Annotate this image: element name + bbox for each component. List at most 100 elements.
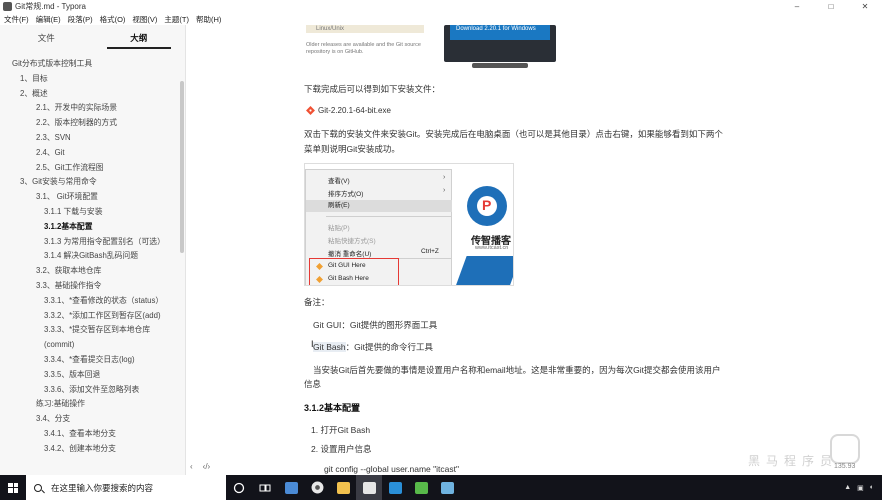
ctx-undo-rename: 撤消 重命名(U) bbox=[328, 251, 372, 258]
taskbar-app-chrome[interactable] bbox=[304, 475, 330, 500]
watermark-logo-icon bbox=[830, 434, 860, 464]
outline-item[interactable]: 2.2、版本控制器的方式 bbox=[0, 116, 180, 131]
outline-item[interactable]: 3.3、基础操作指令 bbox=[0, 279, 180, 294]
chrome-icon bbox=[311, 481, 323, 494]
heading-basic-config: 3.1.2基本配置 bbox=[304, 403, 361, 413]
code-git-config: git config --global user.name "itcast" bbox=[324, 464, 460, 474]
menu-help[interactable]: 帮助(H) bbox=[196, 14, 221, 25]
outline-item[interactable]: 3.1.4 解决GitBash乱码问题 bbox=[0, 249, 180, 264]
outline-item[interactable]: 3.3.5、版本回退 bbox=[0, 368, 180, 383]
installer-file-name: Git-2.20.1-64-bit.exe bbox=[318, 106, 391, 115]
ctx-view: 查看(V) bbox=[328, 178, 350, 185]
taskbar-app-1[interactable] bbox=[278, 475, 304, 500]
taskbar-search[interactable]: 在这里输入你要搜索的内容 bbox=[26, 475, 226, 500]
collapse-sidebar-button[interactable]: ‹ bbox=[190, 462, 193, 471]
menu-view[interactable]: 视图(V) bbox=[132, 14, 157, 25]
git-bash-term: Git Bash bbox=[313, 342, 346, 352]
outline-item[interactable]: 3.4、分支 bbox=[0, 412, 180, 427]
outline-item[interactable]: 2.5、Git工作流程图 bbox=[0, 161, 180, 176]
taskbar-app-5[interactable] bbox=[408, 475, 434, 500]
outline-item[interactable]: 3.3.1、*查看修改的状态（status） bbox=[0, 294, 180, 309]
git-items-highlight-box bbox=[309, 258, 399, 285]
context-menu: 查看(V) › 排序方式(O) › 刷新(E) 粘贴(P) 粘贴快捷方式(S) … bbox=[305, 169, 452, 285]
para-download-done: 下载完成后可以得到如下安装文件： bbox=[304, 84, 441, 94]
taskbar-app-6[interactable] bbox=[434, 475, 460, 500]
outline-item[interactable]: 练习:基础操作 bbox=[0, 397, 180, 412]
outline-item[interactable]: 3.1.2基本配置 bbox=[0, 220, 180, 235]
taskbar-app-photos[interactable] bbox=[382, 475, 408, 500]
menu-format[interactable]: 格式(O) bbox=[100, 14, 126, 25]
cortana-button[interactable] bbox=[226, 475, 252, 500]
cortana-icon bbox=[233, 482, 245, 493]
close-button[interactable]: ✕ bbox=[848, 0, 882, 13]
logo-stripe bbox=[455, 256, 513, 285]
outline-item[interactable]: 2.3、SVN bbox=[0, 131, 180, 146]
menu-edit[interactable]: 编辑(E) bbox=[36, 14, 61, 25]
outline-item[interactable]: 3.1.3 为常用指令配置别名（可选） bbox=[0, 235, 180, 250]
video-watermark: 黑马程序员 135.93 bbox=[748, 430, 878, 475]
git-file-icon bbox=[306, 106, 315, 115]
outline-item[interactable]: 2.1、开发中的实际场景 bbox=[0, 101, 180, 116]
start-button[interactable] bbox=[0, 475, 26, 500]
sidebar-scrollbar[interactable] bbox=[180, 81, 184, 253]
typora-app-icon bbox=[3, 2, 12, 11]
para-user-info-line2: 信息 bbox=[304, 379, 322, 389]
menu-paragraph[interactable]: 段落(P) bbox=[68, 14, 93, 25]
system-tray: ▲ ▣ ◐ bbox=[844, 484, 882, 492]
menu-theme[interactable]: 主题(T) bbox=[164, 14, 189, 25]
photos-icon bbox=[388, 481, 402, 494]
outline-item[interactable]: 3.3.3、*提交暂存区到本地仓库 bbox=[0, 323, 180, 338]
sidebar-tabs: 文件 大纲 bbox=[0, 25, 185, 51]
outline-item[interactable]: 3.3.2、*添加工作区到暂存区(add) bbox=[0, 309, 180, 324]
title-bar: Git常规.md - Typora – □ ✕ bbox=[0, 0, 882, 13]
step-open-git-bash: 1. 打开Git Bash bbox=[311, 425, 371, 435]
minimize-button[interactable]: – bbox=[780, 0, 814, 13]
outline-item[interactable]: 3.4.1、查看本地分支 bbox=[0, 427, 180, 442]
outline-item[interactable]: 3.2、获取本地仓库 bbox=[0, 264, 180, 279]
tab-files[interactable]: 文件 bbox=[0, 25, 93, 51]
search-placeholder: 在这里输入你要搜索的内容 bbox=[51, 482, 154, 493]
watermark-number: 135.93 bbox=[834, 463, 856, 470]
para-user-info-line1: 当安装Git后首先要做的事情是设置用户名称和email地址。这是非常重要的，因为… bbox=[313, 365, 721, 375]
outline-item[interactable]: 3.1.1 下载与安装 bbox=[0, 205, 180, 220]
source-mode-button[interactable]: ‹/› bbox=[203, 462, 211, 471]
taskbar-app-explorer[interactable] bbox=[330, 475, 356, 500]
outline-item[interactable]: 1、目标 bbox=[0, 72, 180, 87]
windows-taskbar: 在这里输入你要搜索的内容 ▲ ▣ ◐ bbox=[0, 475, 882, 500]
task-view-button[interactable] bbox=[252, 475, 278, 500]
logo-url: www.itcast.cn bbox=[475, 245, 509, 251]
outline-item[interactable]: 3.3.4、*查看提交日志(log) bbox=[0, 353, 180, 368]
outline-item[interactable]: 2.4、Git bbox=[0, 146, 180, 161]
outline-item[interactable]: 3、Git安装与常用命令 bbox=[0, 175, 180, 190]
outline-item[interactable]: 3.1、 Git环境配置 bbox=[0, 190, 180, 205]
outline-item[interactable]: 2、概述 bbox=[0, 87, 180, 102]
outline-item[interactable]: Git分布式版本控制工具 bbox=[0, 57, 180, 72]
typora-icon bbox=[362, 481, 376, 494]
outline-item[interactable]: (commit) bbox=[0, 338, 180, 353]
outline-list: Git分布式版本控制工具 1、目标 2、概述 2.1、开发中的实际场景 2.2、版本控制… bbox=[0, 57, 180, 455]
outline-item[interactable]: 3.4.2、创建本地分支 bbox=[0, 442, 180, 455]
menu-file[interactable]: 文件(F) bbox=[4, 14, 29, 25]
submenu-arrow-icon: › bbox=[443, 187, 446, 194]
taskbar-app-typora[interactable] bbox=[356, 475, 382, 500]
maximize-button[interactable]: □ bbox=[814, 0, 848, 13]
watermark-text: 黑马程序员 bbox=[748, 454, 839, 468]
download-label: Download 2.20.1 for Windows bbox=[456, 26, 536, 32]
sidebar-footer: ‹ ‹/› bbox=[190, 462, 210, 471]
submenu-arrow-icon: › bbox=[443, 174, 446, 181]
editor[interactable]: Linux/Unix Older releases are available … bbox=[304, 25, 764, 475]
tray-icon[interactable]: ▲ bbox=[844, 484, 851, 491]
network-icon[interactable]: ▣ bbox=[857, 484, 864, 492]
monitor-stand bbox=[472, 63, 528, 68]
outline-item[interactable]: 3.3.6、添加文件至忽略列表 bbox=[0, 383, 180, 398]
app-icon bbox=[284, 481, 298, 494]
installer-file: Git-2.20.1-64-bit.exe bbox=[306, 106, 391, 115]
text-cursor-icon: I bbox=[311, 339, 314, 349]
para-remark: 备注： bbox=[304, 297, 330, 307]
volume-icon[interactable]: ◐ bbox=[870, 484, 874, 491]
folder-icon bbox=[336, 481, 350, 494]
window-controls: – □ ✕ bbox=[780, 0, 882, 13]
tab-outline[interactable]: 大纲 bbox=[93, 25, 186, 51]
context-menu-image: 查看(V) › 排序方式(O) › 刷新(E) 粘贴(P) 粘贴快捷方式(S) … bbox=[304, 163, 514, 286]
logo-mark-icon: P bbox=[482, 197, 492, 213]
